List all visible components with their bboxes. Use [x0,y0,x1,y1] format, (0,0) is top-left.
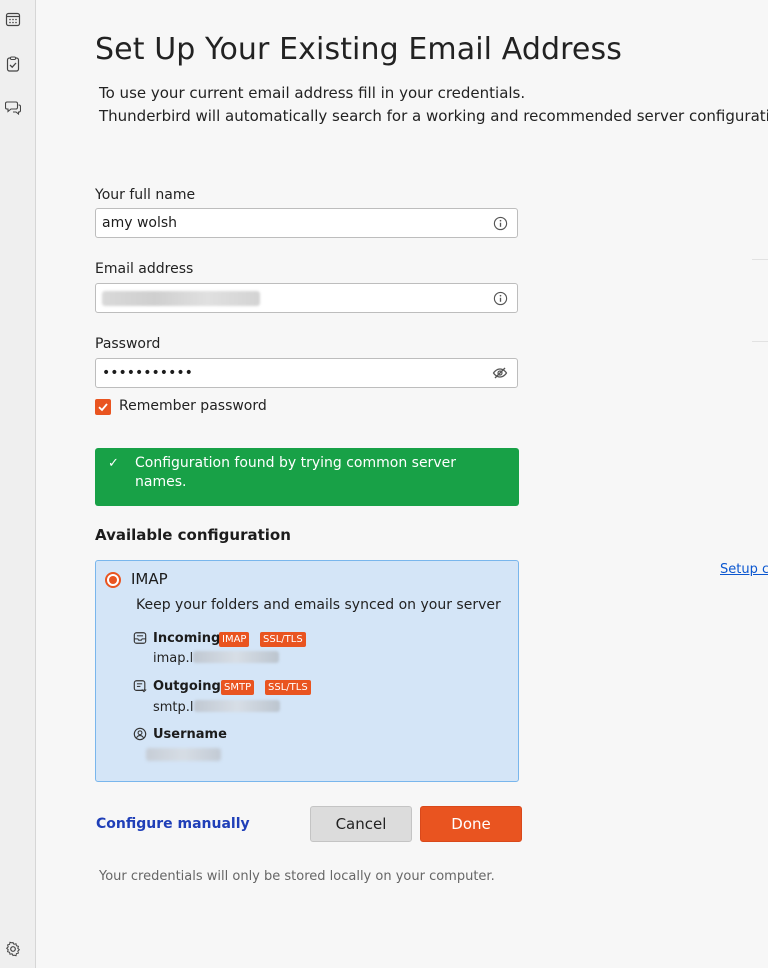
page-title: Set Up Your Existing Email Address [95,32,622,67]
protocol-name: IMAP [131,570,168,588]
info-icon[interactable] [492,290,508,306]
done-button[interactable]: Done [420,806,522,842]
email-label: Email address [95,261,194,277]
remember-password-checkbox[interactable] [95,399,111,415]
password-input[interactable] [96,359,482,387]
incoming-host-prefix: imap.l [153,651,194,666]
setup-documentation-link[interactable]: Setup c [720,562,768,577]
imap-radio[interactable] [105,572,121,588]
redacted-host [193,700,280,712]
outgoing-host: smtp.l [153,700,280,715]
username-label: Username [153,727,227,742]
tasks-icon[interactable] [4,55,22,73]
full-name-field[interactable] [95,208,518,238]
incoming-host: imap.l [153,651,280,666]
incoming-security-badge: SSL/TLS [260,632,306,647]
calendar-icon[interactable] [4,10,22,28]
config-found-message: Configuration found by trying common ser… [135,455,456,490]
outgoing-server-icon [132,678,148,694]
imap-config-option[interactable]: IMAP Keep your folders and emails synced… [95,560,519,782]
redacted-username [146,748,221,761]
user-icon [132,726,148,742]
info-icon[interactable] [492,215,508,231]
eye-hidden-icon[interactable] [492,365,508,381]
cancel-button[interactable]: Cancel [310,806,412,842]
outgoing-host-prefix: smtp.l [153,700,194,715]
available-configuration-heading: Available configuration [95,526,291,544]
protocol-description: Keep your folders and emails synced on y… [136,597,501,613]
check-icon: ✓ [108,456,119,471]
outgoing-security-badge: SSL/TLS [265,680,311,695]
spaces-sidebar [0,0,36,968]
credentials-footnote: Your credentials will only be stored loc… [99,869,495,884]
page-subtitle-line1: To use your current email address fill i… [99,84,526,102]
incoming-label: Incoming [153,631,221,646]
incoming-protocol-badge: IMAP [219,632,250,647]
password-field[interactable] [95,358,518,388]
incoming-server-icon [132,630,148,646]
redacted-host [193,651,280,663]
divider [752,259,768,260]
checkmark-icon [98,403,108,412]
full-name-label: Your full name [95,187,196,203]
email-field[interactable] [95,283,518,313]
remember-password-label[interactable]: Remember password [119,398,267,414]
configure-manually-link[interactable]: Configure manually [96,816,250,832]
divider [752,341,768,342]
chat-icon[interactable] [4,98,22,116]
page-subtitle-line2: Thunderbird will automatically search fo… [99,107,768,125]
outgoing-label: Outgoing [153,679,221,694]
full-name-input[interactable] [96,209,482,237]
redacted-email-value [102,291,260,306]
password-label: Password [95,336,161,352]
config-found-notification: ✓ Configuration found by trying common s… [95,448,519,506]
outgoing-protocol-badge: SMTP [221,680,255,695]
settings-icon[interactable] [4,940,22,958]
